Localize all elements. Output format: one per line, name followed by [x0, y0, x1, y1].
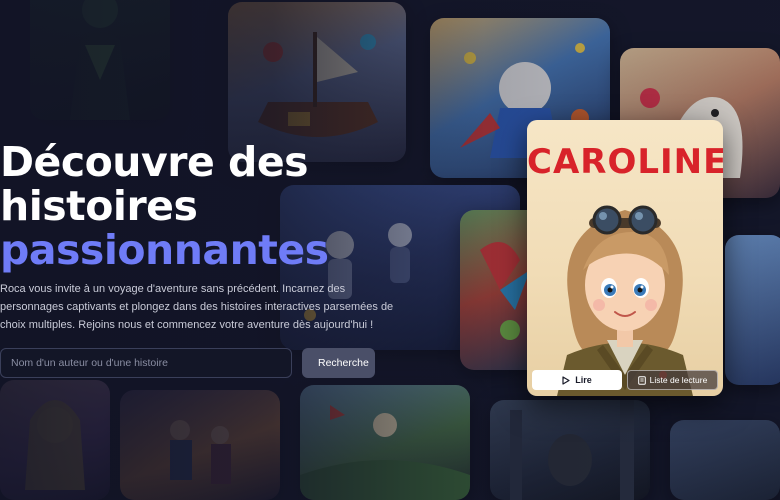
reading-list-button[interactable]: Liste de lecture [627, 370, 718, 390]
bookmark-icon [637, 375, 646, 385]
search-button-label: Recherche [318, 357, 369, 369]
hero-headline: Découvre des histoires passionnantes [0, 140, 430, 272]
character-illustration [557, 205, 693, 396]
card-title: CAROLINE [527, 142, 723, 182]
headline-line-1: Découvre des [0, 138, 309, 186]
read-button-label: Lire [575, 375, 592, 385]
hero-section: Découvre des histoires passionnantes Roc… [0, 140, 430, 334]
featured-story-card[interactable]: CAROLINE Lire Liste de lecture [527, 120, 723, 396]
hero-description: Roca vous invite à un voyage d'aventure … [0, 283, 394, 331]
headline-line-2: histoires [0, 182, 198, 230]
card-actions: Lire Liste de lecture [532, 370, 718, 390]
search-bar: Recherche [0, 348, 375, 378]
search-button[interactable]: Recherche [302, 348, 375, 378]
search-input[interactable] [0, 348, 292, 378]
reading-list-button-label: Liste de lecture [649, 375, 708, 385]
headline-accent: passionnantes [0, 226, 329, 274]
read-button[interactable]: Lire [532, 370, 622, 390]
play-icon [562, 375, 570, 385]
